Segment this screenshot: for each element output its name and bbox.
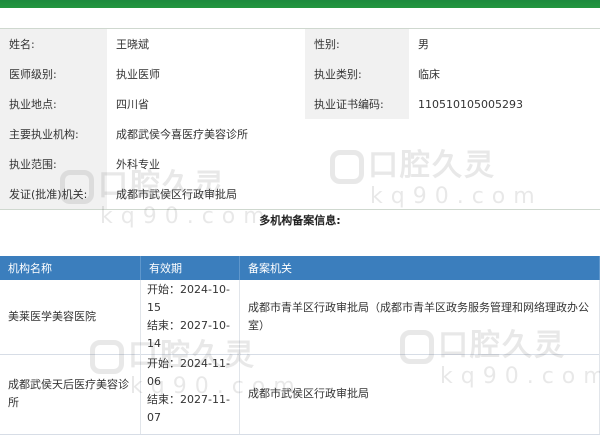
validity-end-cont: 07 <box>147 411 161 424</box>
table-header: 机构名称 有效期 备案机关 <box>0 256 600 280</box>
value-institution: 成都武侯今喜医疗美容诊所 <box>107 119 600 149</box>
label-scope: 执业范围: <box>0 149 107 179</box>
value-certificate: 110510105005293 <box>409 89 600 119</box>
table-row: 成都武侯天后医疗美容诊所 开始：2024-11- 06 结束：2027-11- … <box>0 354 600 435</box>
label-institution: 主要执业机构: <box>0 119 107 149</box>
validity-start-cont: 06 <box>147 375 161 388</box>
validity-end: 结束：2027-11- <box>147 393 230 406</box>
value-gender: 男 <box>409 29 600 59</box>
value-name: 王晓斌 <box>107 29 305 59</box>
validity-start: 开始：2024-10- <box>147 283 230 296</box>
info-row-level: 医师级别: 执业医师 执业类别: 临床 <box>0 59 600 90</box>
cell-institution-name: 成都武侯天后医疗美容诊所 <box>0 354 141 434</box>
validity-start-cont: 15 <box>147 301 161 314</box>
label-issuer: 发证(批准)机关: <box>0 179 107 209</box>
label-level: 医师级别: <box>0 59 107 89</box>
cell-institution-name: 美莱医学美容医院 <box>0 280 141 354</box>
validity-end: 结束：2027-10- <box>147 319 230 332</box>
cell-authority: 成都市青羊区行政审批局（成都市青羊区政务服务管理和网络理政办公室） <box>240 280 600 354</box>
label-category: 执业类别: <box>305 59 409 89</box>
header-institution-name: 机构名称 <box>0 256 141 280</box>
cell-authority: 成都市武侯区行政审批局 <box>240 354 600 434</box>
info-row-scope: 执业范围: 外科专业 <box>0 149 600 180</box>
table-row: 美莱医学美容医院 开始：2024-10- 15 结束：2027-10- 14 成… <box>0 280 600 355</box>
validity-start: 开始：2024-11- <box>147 357 230 370</box>
top-green-bar <box>0 0 600 8</box>
header-validity: 有效期 <box>141 256 240 280</box>
info-row-location: 执业地点: 四川省 执业证书编码: 110510105005293 <box>0 89 600 120</box>
label-certificate: 执业证书编码: <box>305 89 409 119</box>
value-location: 四川省 <box>107 89 305 119</box>
value-category: 临床 <box>409 59 600 89</box>
label-gender: 性别: <box>305 29 409 59</box>
info-row-issuer: 发证(批准)机关: 成都市武侯区行政审批局 <box>0 179 600 210</box>
cell-validity: 开始：2024-11- 06 结束：2027-11- 07 <box>141 354 240 434</box>
value-level: 执业医师 <box>107 59 305 89</box>
info-row-institution: 主要执业机构: 成都武侯今喜医疗美容诊所 <box>0 119 600 150</box>
info-row-name: 姓名: 王晓斌 性别: 男 <box>0 28 600 60</box>
cell-validity: 开始：2024-10- 15 结束：2027-10- 14 <box>141 280 240 354</box>
multi-institution-title: 多机构备案信息: <box>259 214 341 227</box>
label-location: 执业地点: <box>0 89 107 119</box>
header-authority: 备案机关 <box>240 256 600 280</box>
validity-end-cont: 14 <box>147 337 161 350</box>
label-name: 姓名: <box>0 29 107 59</box>
value-scope: 外科专业 <box>107 149 600 179</box>
value-issuer: 成都市武侯区行政审批局 <box>107 179 600 209</box>
